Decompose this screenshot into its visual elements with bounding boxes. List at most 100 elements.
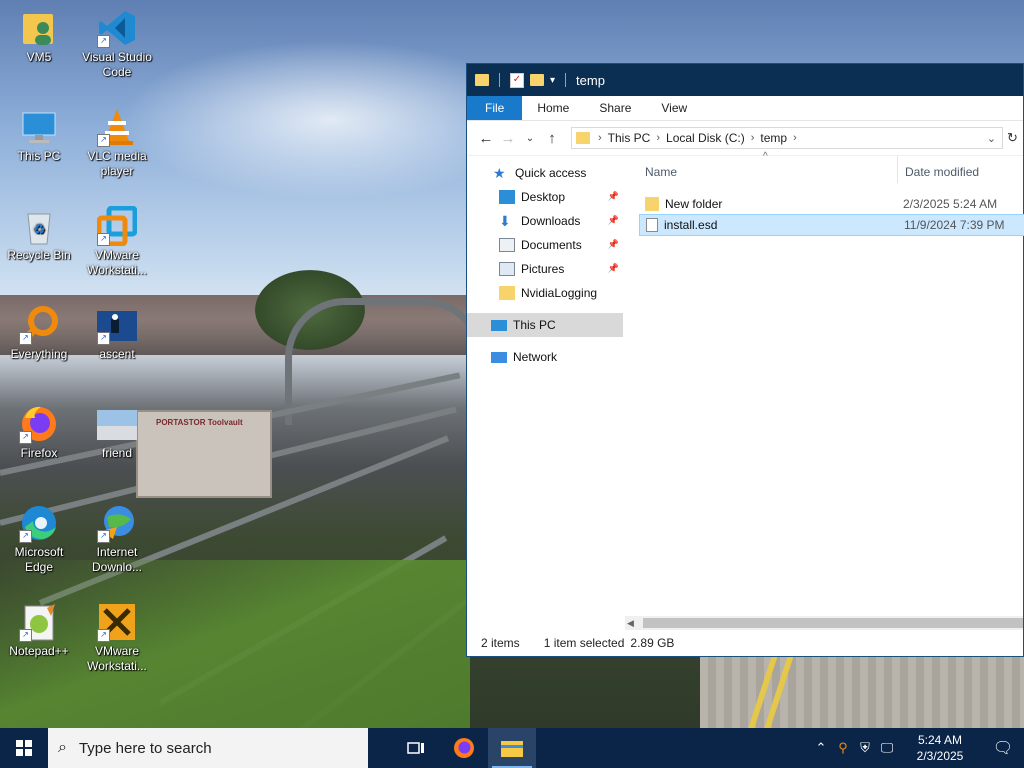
chevron-up-icon[interactable]: ⌃ xyxy=(810,740,832,756)
desktop-icon-vlc[interactable]: ↗ VLC media player xyxy=(78,107,156,179)
desktop-icon-friend[interactable]: friend xyxy=(78,404,156,461)
nav-documents[interactable]: Documents 📌 xyxy=(467,233,623,257)
file-row-install-esd[interactable]: install.esd 11/9/2024 7:39 PM xyxy=(639,214,1024,236)
pin-icon[interactable]: 📌 xyxy=(608,215,619,226)
nav-nvidialogging[interactable]: NvidiaLogging xyxy=(467,281,623,305)
taskbar-file-explorer[interactable] xyxy=(488,728,536,768)
column-header-date[interactable]: Date modified xyxy=(905,165,979,179)
taskbar-firefox[interactable] xyxy=(440,728,488,768)
search-placeholder: Type here to search xyxy=(78,739,212,757)
title-bar[interactable]: ✓ ▾ temp xyxy=(467,64,1023,96)
chevron-right-icon[interactable]: › xyxy=(751,132,755,144)
defender-shield-icon[interactable]: ⛨ xyxy=(854,740,876,756)
nav-label: This PC xyxy=(513,318,556,332)
refresh-icon[interactable]: ↻ xyxy=(1007,130,1018,146)
notification-icon[interactable]: 🗨 xyxy=(982,738,1024,758)
windows-logo-icon xyxy=(16,740,32,756)
task-view-button[interactable] xyxy=(392,728,440,768)
tab-view[interactable]: View xyxy=(646,96,702,120)
recycle-bin-icon: ♻ xyxy=(19,206,59,246)
customize-quick-access-icon[interactable]: ▾ xyxy=(550,75,555,86)
chevron-right-icon[interactable]: › xyxy=(656,132,660,144)
desktop-icon-vm5[interactable]: VM5 xyxy=(0,8,78,65)
notepad-plus-plus-icon: ↗ xyxy=(19,602,59,642)
search-icon: ⌕ xyxy=(58,739,67,756)
desktop-icon-notepadpp[interactable]: ↗ Notepad++ xyxy=(0,602,78,659)
back-arrow-icon[interactable]: ← xyxy=(475,130,497,147)
nav-label: Quick access xyxy=(515,166,587,180)
desktop-icon-label: Microsoft Edge xyxy=(14,545,64,574)
scroll-left-icon[interactable]: ◀ xyxy=(627,616,634,630)
up-arrow-icon[interactable]: ↑ xyxy=(541,130,563,147)
everything-tray-icon[interactable]: ⚲ xyxy=(832,740,854,756)
column-header-name[interactable]: Name xyxy=(645,165,677,179)
desktop-icon-this-pc[interactable]: This PC xyxy=(0,107,78,164)
file-row-new-folder[interactable]: New folder 2/3/2025 5:24 AM xyxy=(639,193,1024,215)
desktop-icon-edge[interactable]: ↗ Microsoft Edge xyxy=(0,503,78,575)
desktop-icon-label: friend xyxy=(101,446,133,460)
nav-label: Desktop xyxy=(521,190,566,204)
desktop-icon-label: Internet Downlo... xyxy=(91,545,143,574)
clock-time: 5:24 AM xyxy=(917,733,963,747)
clock-date: 2/3/2025 xyxy=(916,749,964,763)
file-date: 2/3/2025 5:24 AM xyxy=(903,197,998,211)
desktop-icon-label: Recycle Bin xyxy=(7,248,71,262)
file-name: New folder xyxy=(665,197,723,211)
file-explorer-window[interactable]: ✓ ▾ temp File Home Share View ← → ⌄ ↑ › … xyxy=(466,63,1024,657)
nav-pictures[interactable]: Pictures 📌 xyxy=(467,257,623,281)
breadcrumb-local-disk[interactable]: Local Disk (C:) xyxy=(666,131,745,145)
tab-share[interactable]: Share xyxy=(584,96,646,120)
ascent-image-icon: ↗ xyxy=(97,305,137,345)
nav-label: Pictures xyxy=(521,262,565,276)
folder-icon xyxy=(645,197,659,211)
address-bar-row: ← → ⌄ ↑ › This PC › Local Disk (C:) › te… xyxy=(467,121,1023,156)
properties-icon[interactable]: ✓ xyxy=(510,72,524,88)
desktop-icon-label: VMware Workstati... xyxy=(87,248,147,277)
forward-arrow-icon[interactable]: → xyxy=(497,130,519,147)
selection-size: 2.89 GB xyxy=(630,636,675,650)
desktop-icon-vmware-1[interactable]: ↗ VMware Workstati... xyxy=(78,205,156,278)
nav-network[interactable]: Network xyxy=(467,345,623,369)
desktop-icon-firefox[interactable]: ↗ Firefox xyxy=(0,404,78,461)
nav-this-pc[interactable]: This PC xyxy=(467,313,623,337)
vlc-cone-icon: ↗ xyxy=(97,107,137,147)
nav-desktop[interactable]: Desktop 📌 xyxy=(467,185,623,209)
pin-icon[interactable]: 📌 xyxy=(608,263,619,274)
firefox-icon: ↗ xyxy=(19,404,59,444)
desktop-icon-recycle-bin[interactable]: ♻ Recycle Bin xyxy=(0,206,78,263)
desktop-icon-idm[interactable]: ↗ Internet Downlo... xyxy=(78,503,156,575)
chevron-right-icon[interactable]: › xyxy=(793,132,797,144)
address-dropdown-icon[interactable]: ⌄ xyxy=(987,132,996,145)
clock[interactable]: 5:24 AM 2/3/2025 xyxy=(898,732,982,764)
tab-home[interactable]: Home xyxy=(522,96,584,120)
magnifier-icon: ↗ xyxy=(19,305,59,345)
desktop-icon-label: Everything xyxy=(10,347,68,361)
breadcrumb-this-pc[interactable]: This PC xyxy=(608,131,651,145)
file-date: 11/9/2024 7:39 PM xyxy=(904,218,1005,232)
taskbar-search-box[interactable]: ⌕ Type here to search xyxy=(48,728,368,768)
selection-status: 1 item selected xyxy=(543,636,625,650)
horizontal-scrollbar[interactable]: ◀ xyxy=(625,616,1023,630)
pictures-icon xyxy=(499,262,515,276)
pin-icon[interactable]: 📌 xyxy=(608,239,619,250)
address-bar[interactable]: › This PC › Local Disk (C:) › temp › ⌄ xyxy=(571,127,1003,149)
desktop-icon-ascent[interactable]: ↗ ascent xyxy=(78,305,156,362)
start-button[interactable] xyxy=(0,728,48,768)
scrollbar-thumb[interactable] xyxy=(643,618,1023,628)
nav-label: Downloads xyxy=(521,214,581,228)
desktop-icon-everything[interactable]: ↗ Everything xyxy=(0,305,78,362)
breadcrumb-temp[interactable]: temp xyxy=(760,131,787,145)
vmware-player-icon: ↗ xyxy=(97,602,137,642)
recent-locations-icon[interactable]: ⌄ xyxy=(519,133,541,144)
download-icon: ⬇ xyxy=(499,213,511,229)
chevron-right-icon[interactable]: › xyxy=(598,132,602,144)
nav-quick-access[interactable]: ★ Quick access xyxy=(467,161,623,185)
network-status-icon[interactable]: 🖵 xyxy=(876,740,898,756)
nav-downloads[interactable]: ⬇ Downloads 📌 xyxy=(467,209,623,233)
tab-file[interactable]: File xyxy=(467,96,523,120)
new-folder-icon[interactable] xyxy=(530,74,544,86)
desktop-icon-vscode[interactable]: ↗ Visual Studio Code xyxy=(78,8,156,80)
desktop-icon-vmware-2[interactable]: ↗ VMware Workstati... xyxy=(78,602,156,674)
task-view-icon xyxy=(407,742,424,754)
pin-icon[interactable]: 📌 xyxy=(608,191,619,202)
